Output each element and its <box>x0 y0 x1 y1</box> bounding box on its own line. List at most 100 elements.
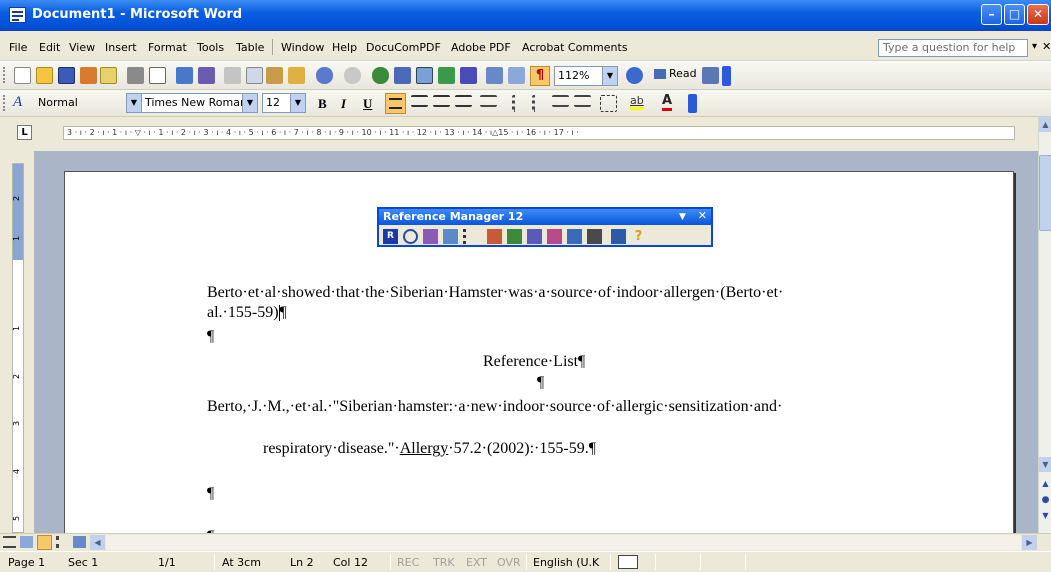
annotate-icon[interactable] <box>487 229 502 244</box>
chevron-down-icon[interactable]: ▼ <box>242 94 257 112</box>
borders-icon[interactable] <box>600 95 617 112</box>
read-button[interactable]: Read <box>654 67 697 85</box>
italic-button[interactable]: I <box>341 96 346 112</box>
menu-acrobat-comments[interactable]: Acrobat Comments <box>522 41 628 54</box>
style-select[interactable]: Normal <box>34 93 124 113</box>
close-document-button[interactable]: ✕ <box>1042 40 1051 53</box>
menu-file[interactable]: File <box>9 41 27 54</box>
empty-paragraph[interactable]: ¶ <box>207 485 214 503</box>
chevron-down-icon[interactable]: ▼ <box>127 94 142 112</box>
align-right-icon[interactable] <box>433 95 450 107</box>
rm-logo-icon[interactable]: R <box>383 229 398 244</box>
insert-excel-icon[interactable] <box>438 67 455 84</box>
reference-entry-line-2[interactable]: respiratory·disease."·Allergy·57.2·(2002… <box>263 440 596 458</box>
save-icon[interactable] <box>58 67 75 84</box>
menu-docucompdf[interactable]: DocuComPDF <box>366 41 441 54</box>
chevron-down-icon[interactable]: ▼ <box>602 67 617 85</box>
redo-icon[interactable] <box>344 67 361 84</box>
research-icon[interactable] <box>198 67 215 84</box>
spelling-status-icon[interactable] <box>618 555 638 569</box>
status-language[interactable]: English (U.K <box>533 556 599 569</box>
document-map-icon[interactable] <box>508 67 525 84</box>
previous-page-icon[interactable]: ▲ <box>1039 479 1051 493</box>
tab-selector-button[interactable]: L <box>17 125 32 140</box>
reference-manager-titlebar[interactable]: Reference Manager 12 ▼ ✕ <box>379 209 711 225</box>
rm-help-icon[interactable]: ? <box>631 229 646 244</box>
highlight-button[interactable]: ab <box>630 94 644 110</box>
paragraph-1-line-1[interactable]: Berto·et·al·showed·that·the·Siberian·Ham… <box>207 284 783 302</box>
menu-window[interactable]: Window <box>281 41 324 54</box>
permission-icon[interactable] <box>80 67 97 84</box>
align-center-icon[interactable] <box>411 95 428 107</box>
vertical-scrollbar[interactable]: ▲ ▼ ▲ ● ▼ <box>1038 117 1051 533</box>
bullets-icon[interactable] <box>532 95 549 112</box>
print-icon[interactable] <box>127 67 144 84</box>
toolbar-grip[interactable] <box>3 67 6 83</box>
format-painter-icon[interactable] <box>288 67 305 84</box>
export-icon[interactable] <box>587 229 602 244</box>
zoom-select[interactable]: 112% ▼ <box>554 66 618 86</box>
import-icon[interactable] <box>567 229 582 244</box>
numbering-icon[interactable] <box>512 95 529 112</box>
columns-icon[interactable] <box>460 67 477 84</box>
paste-icon[interactable] <box>266 67 283 84</box>
toolbar-options-icon[interactable] <box>702 67 719 84</box>
status-rec[interactable]: REC <box>397 556 419 569</box>
next-page-icon[interactable]: ▼ <box>1039 511 1051 525</box>
search-icon[interactable] <box>403 229 418 244</box>
print-layout-icon[interactable] <box>37 535 52 550</box>
status-trk[interactable]: TRK <box>433 556 455 569</box>
document-page[interactable]: Reference Manager 12 ▼ ✕ R ? Berto·et·al… <box>64 171 1014 533</box>
menu-tools[interactable]: Tools <box>197 41 224 54</box>
menu-insert[interactable]: Insert <box>105 41 137 54</box>
spelling-icon[interactable] <box>176 67 193 84</box>
paragraph-1-line-2[interactable]: al.·155-59)¶ <box>207 304 287 322</box>
empty-paragraph[interactable]: ¶ <box>537 374 544 392</box>
outline-view-icon[interactable] <box>56 536 69 548</box>
normal-view-icon[interactable] <box>3 536 16 548</box>
email-icon[interactable] <box>100 67 117 84</box>
chevron-down-icon[interactable]: ▼ <box>290 94 305 112</box>
web-layout-icon[interactable] <box>20 536 33 548</box>
font-size-select[interactable]: 12 ▼ <box>262 93 306 113</box>
scroll-left-icon[interactable]: ◀ <box>90 535 105 550</box>
toolbar-options-dropdown[interactable]: ▼ <box>679 212 686 222</box>
show-hide-pilcrow-button[interactable]: ¶ <box>530 66 550 86</box>
reference-manager-close-button[interactable]: ✕ <box>698 209 707 222</box>
status-ext[interactable]: EXT <box>466 556 487 569</box>
horizontal-scroll-track[interactable] <box>106 535 1021 550</box>
menu-table[interactable]: Table <box>236 41 264 54</box>
undo-icon[interactable] <box>316 67 333 84</box>
sync-icon[interactable] <box>611 229 626 244</box>
scroll-up-icon[interactable]: ▲ <box>1039 117 1051 132</box>
toolbar-overflow-icon[interactable] <box>688 94 697 113</box>
increase-indent-icon[interactable] <box>574 95 591 107</box>
ruler-scale[interactable]: 3 · ı · 2 · ı · 1 · ı · ▽ · ı · 1 · ı · … <box>63 126 1015 140</box>
scroll-down-icon[interactable]: ▼ <box>1039 457 1051 472</box>
align-left-button[interactable] <box>385 93 406 114</box>
close-button[interactable]: ✕ <box>1027 4 1049 25</box>
tools-icon[interactable] <box>443 229 458 244</box>
styles-formatting-icon[interactable]: A <box>13 94 31 112</box>
print-preview-icon[interactable] <box>149 67 166 84</box>
help-icon[interactable] <box>626 67 643 84</box>
status-ovr[interactable]: OVR <box>497 556 521 569</box>
generate-bibliography-icon[interactable] <box>527 229 542 244</box>
menu-view[interactable]: View <box>69 41 95 54</box>
insert-table-icon[interactable] <box>416 67 433 84</box>
tables-borders-icon[interactable] <box>394 67 411 84</box>
toolbar-overflow-icon[interactable] <box>722 66 731 86</box>
reading-layout-icon[interactable] <box>73 536 86 548</box>
vertical-ruler[interactable]: 2 1 1 2 3 4 5 <box>12 163 24 533</box>
format-icon[interactable] <box>547 229 562 244</box>
cut-icon[interactable] <box>224 67 241 84</box>
justify-icon[interactable] <box>455 95 472 107</box>
drawing-icon[interactable] <box>486 67 503 84</box>
decrease-indent-icon[interactable] <box>552 95 569 107</box>
menu-edit[interactable]: Edit <box>39 41 60 54</box>
menu-adobe-pdf[interactable]: Adobe PDF <box>451 41 511 54</box>
edit-citation-icon[interactable] <box>423 229 438 244</box>
menu-help[interactable]: Help <box>332 41 357 54</box>
toolbar-grip[interactable] <box>3 95 6 111</box>
font-color-button[interactable]: A <box>662 93 673 111</box>
